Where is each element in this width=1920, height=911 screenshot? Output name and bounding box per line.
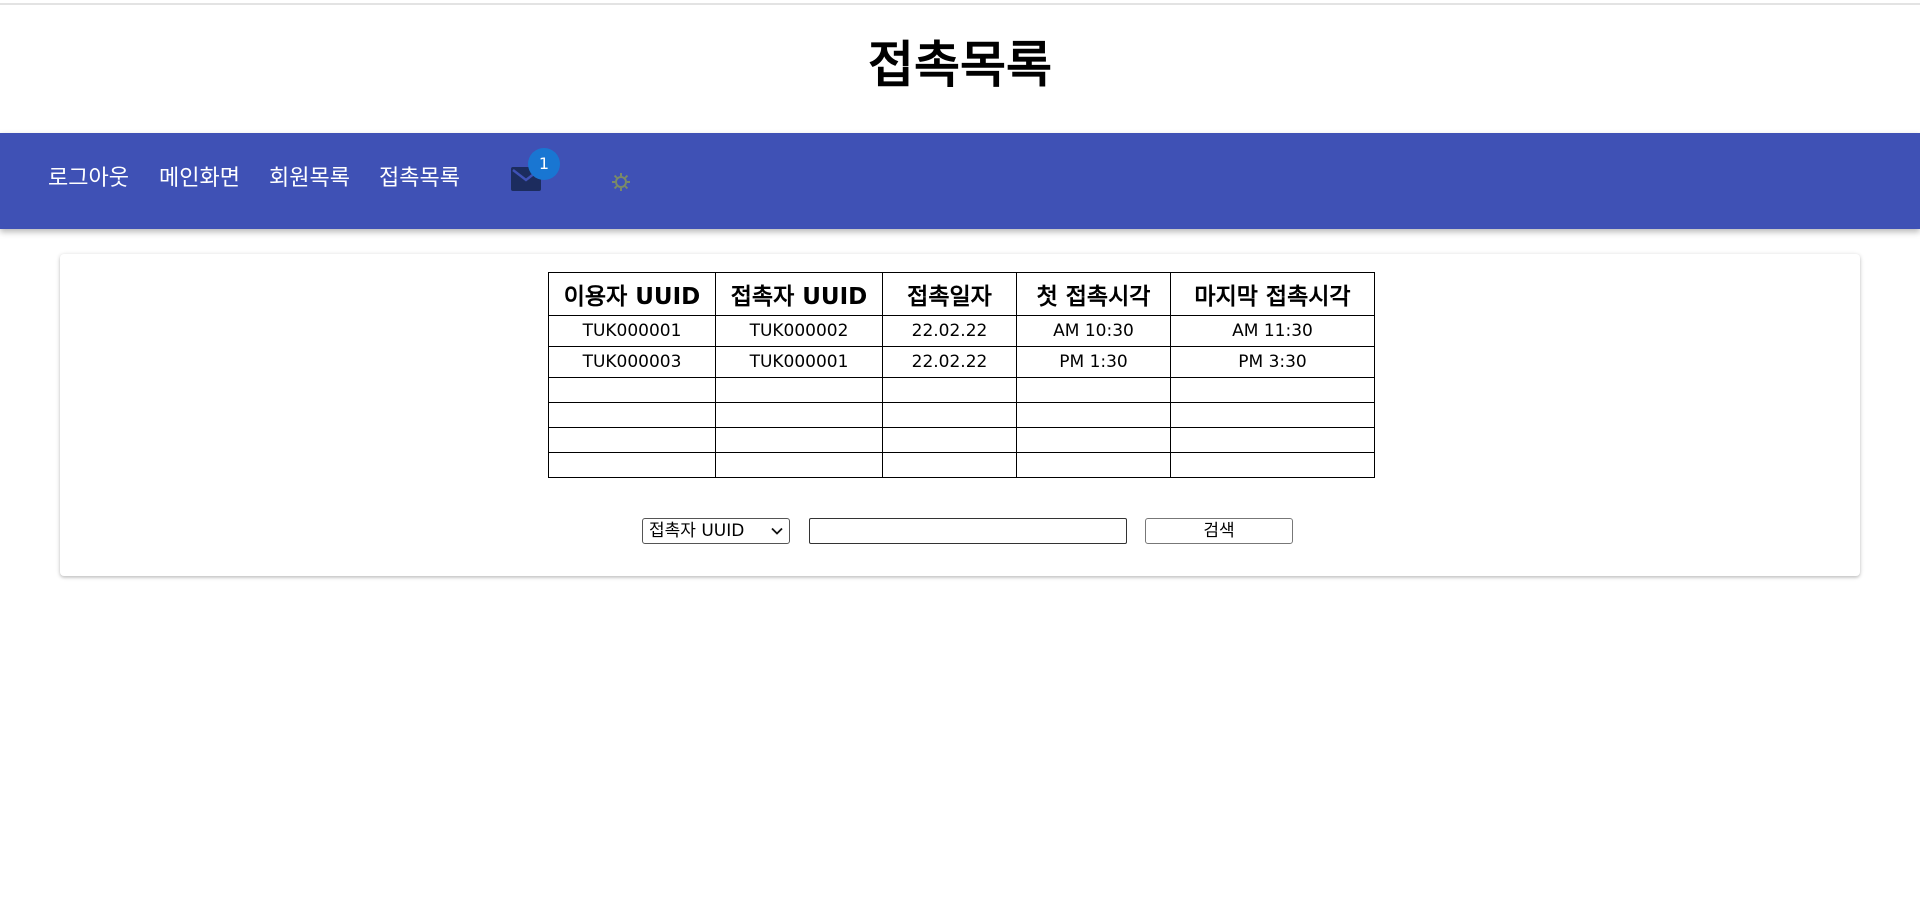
cell-contact-uuid: TUK000002 [715,315,883,347]
nav-logout-link[interactable]: 로그아웃 [48,162,129,196]
cell-last-contact-time: PM 3:30 [1170,346,1375,378]
empty-cell [548,402,716,428]
table-row: TUK000001 TUK000002 22.02.22 AM 10:30 AM… [548,315,1375,347]
top-border [0,3,1920,5]
page-title: 접촉목록 [868,36,1052,94]
settings-button[interactable] [610,171,632,193]
empty-cell [1016,427,1171,453]
gear-icon [612,173,630,191]
empty-cell [1170,402,1375,428]
empty-cell [882,377,1017,403]
empty-cell [1016,402,1171,428]
empty-cell [1170,427,1375,453]
empty-cell [1016,452,1171,478]
empty-cell [715,402,883,428]
contact-table: 이용자 UUID 접촉자 UUID 접촉일자 첫 접촉시각 마지막 접촉시각 T… [548,272,1375,478]
header-contact-uuid: 접촉자 UUID [715,272,883,316]
cell-contact-uuid: TUK000001 [715,346,883,378]
table-row-empty [548,427,1375,453]
empty-cell [1016,377,1171,403]
notification-badge: 1 [528,148,560,180]
empty-cell [548,427,716,453]
cell-last-contact-time: AM 11:30 [1170,315,1375,347]
header-contact-date: 접촉일자 [882,272,1017,316]
cell-contact-date: 22.02.22 [882,346,1017,378]
cell-contact-date: 22.02.22 [882,315,1017,347]
header-last-contact-time: 마지막 접촉시각 [1170,272,1375,316]
table-row-empty [548,377,1375,403]
search-field-select[interactable]: 접촉자 UUID [642,518,790,544]
empty-cell [548,377,716,403]
nav-main-link[interactable]: 메인화면 [159,162,240,196]
header-first-contact-time: 첫 접촉시각 [1016,272,1171,316]
table-row-empty [548,452,1375,478]
table-row-empty [548,402,1375,428]
chevron-down-icon [771,527,783,535]
empty-cell [548,452,716,478]
empty-cell [715,427,883,453]
empty-cell [1170,377,1375,403]
header-user-uuid: 이용자 UUID [548,272,716,316]
empty-cell [882,402,1017,428]
table-header-row: 이용자 UUID 접촉자 UUID 접촉일자 첫 접촉시각 마지막 접촉시각 [548,272,1375,316]
empty-cell [715,377,883,403]
search-input[interactable] [809,518,1127,544]
nav-members-link[interactable]: 회원목록 [269,162,350,196]
search-select-value: 접촉자 UUID [649,521,745,541]
cell-first-contact-time: AM 10:30 [1016,315,1171,347]
search-button[interactable]: 검색 [1145,518,1293,544]
nav-contacts-link[interactable]: 접촉목록 [379,162,460,196]
table-row: TUK000003 TUK000001 22.02.22 PM 1:30 PM … [548,346,1375,378]
cell-user-uuid: TUK000001 [548,315,716,347]
empty-cell [882,452,1017,478]
empty-cell [715,452,883,478]
empty-cell [1170,452,1375,478]
cell-first-contact-time: PM 1:30 [1016,346,1171,378]
cell-user-uuid: TUK000003 [548,346,716,378]
empty-cell [882,427,1017,453]
